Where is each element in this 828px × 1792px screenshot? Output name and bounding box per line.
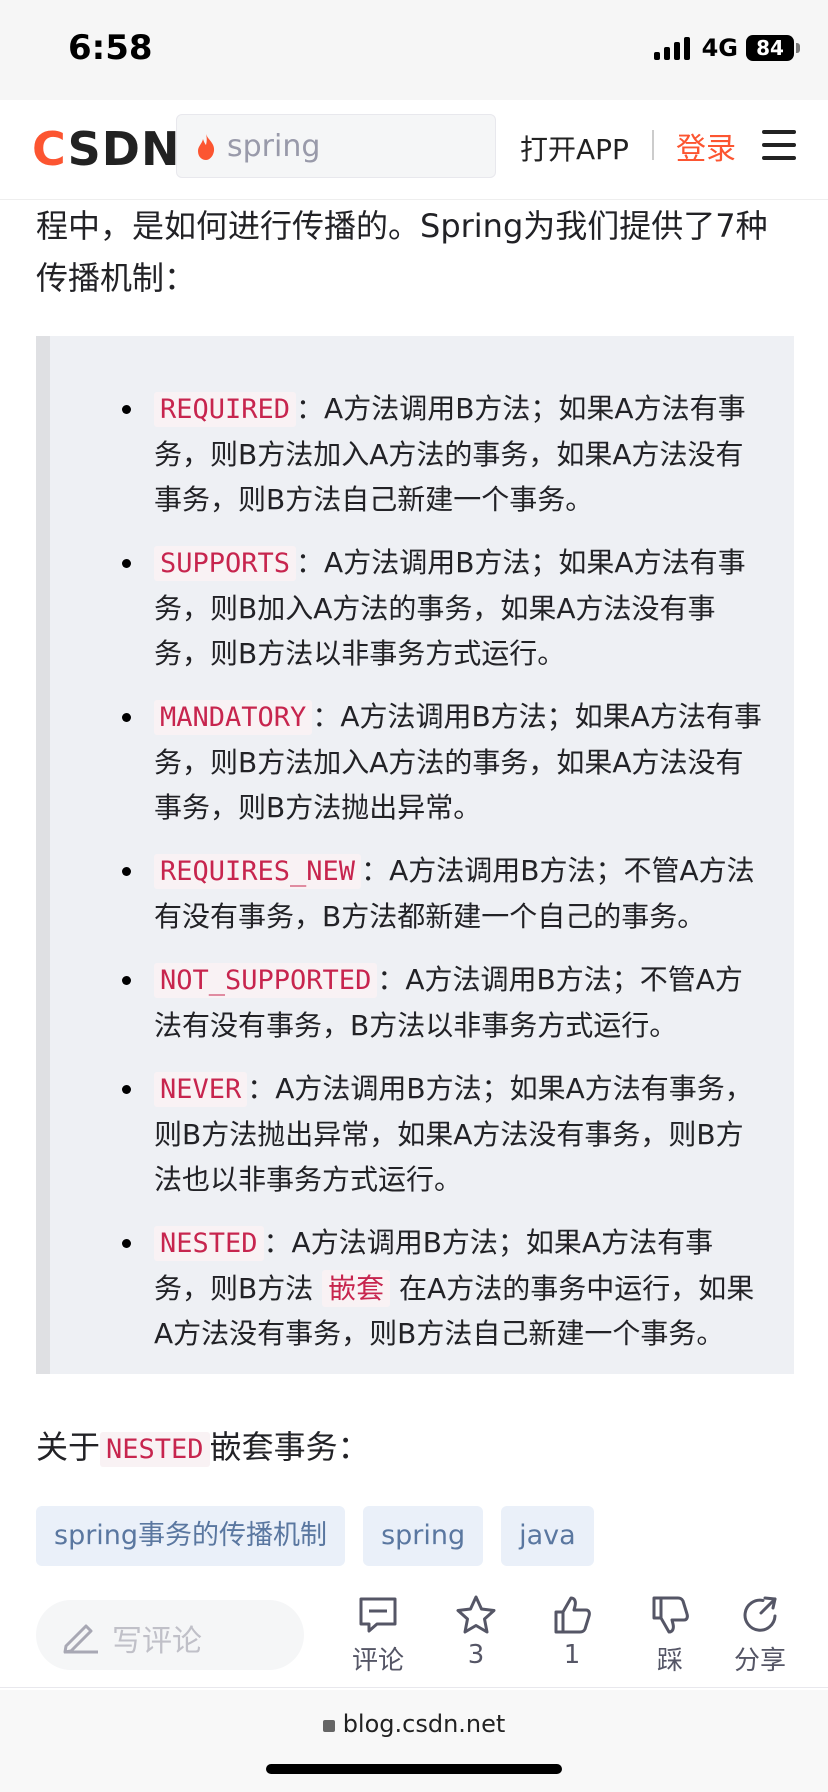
dislike-label: 踩: [656, 1646, 683, 1676]
list-item: SUPPORTS ：A方法调用B方法；如果A方法有事务，则B加入A方法的事务，如果…: [50, 540, 794, 676]
list-item: REQUIRED ：A方法调用B方法；如果A方法有事务，则B方法加入A方法的事务，…: [50, 386, 794, 522]
list-item: MANDATORY ：A方法调用B方法；如果A方法有事务，则B方法加入A方法的事务…: [50, 694, 794, 830]
search-input[interactable]: spring: [176, 114, 496, 178]
status-bar: 6:58 4G 84: [0, 0, 828, 100]
thumbs-up-icon: [554, 1596, 591, 1634]
comment-icon: [359, 1597, 397, 1633]
csdn-logo[interactable]: CSDN: [32, 122, 180, 176]
comment-input[interactable]: 写评论: [36, 1600, 304, 1670]
code-keyword: MANDATORY: [154, 700, 313, 735]
menu-icon[interactable]: [762, 130, 796, 164]
like-button[interactable]: 1: [532, 1594, 612, 1670]
flame-icon: [198, 134, 215, 160]
status-time: 6:58: [68, 28, 153, 68]
home-indicator[interactable]: [266, 1764, 562, 1774]
code-keyword: SUPPORTS: [154, 546, 297, 581]
heading-suffix: 嵌套事务：: [209, 1428, 370, 1466]
star-icon: [456, 1595, 496, 1634]
star-button[interactable]: 3: [436, 1594, 516, 1670]
article-tags: spring事务的传播机制 spring java: [36, 1506, 594, 1566]
site-header: CSDN spring 打开APP 登录: [0, 100, 828, 200]
url-text: blog.csdn.net: [342, 1710, 506, 1738]
battery-icon: 84: [746, 35, 800, 61]
comment-placeholder: 写评论: [112, 1624, 202, 1659]
code-keyword: REQUIRES_NEW: [154, 854, 362, 889]
url-display[interactable]: blog.csdn.net: [0, 1710, 828, 1738]
comment-button[interactable]: 评论: [338, 1594, 418, 1677]
heading-prefix: 关于: [36, 1428, 101, 1466]
share-label: 分享: [733, 1646, 786, 1676]
search-placeholder: spring: [227, 129, 321, 164]
dislike-button[interactable]: 踩: [630, 1594, 710, 1677]
comment-label: 评论: [351, 1646, 404, 1676]
login-link[interactable]: 登录: [676, 124, 736, 168]
nested-heading: 关于 NESTED 嵌套事务：: [36, 1422, 370, 1468]
share-button[interactable]: 分享: [720, 1594, 800, 1677]
list-item: NEVER ：A方法调用B方法；如果A方法有事务，则B方法抛出异常，如果A方法没有…: [50, 1066, 794, 1202]
list-item: NOT_SUPPORTED ：A方法调用B方法；不管A方法有没有事务，B方法以非事…: [50, 957, 794, 1048]
tag-spring[interactable]: spring: [363, 1506, 484, 1566]
open-app-link[interactable]: 打开APP: [520, 128, 629, 168]
code-keyword: NESTED: [100, 1432, 210, 1467]
code-keyword: NEVER: [154, 1072, 248, 1107]
code-keyword: NOT_SUPPORTED: [154, 963, 378, 998]
share-icon: [743, 1596, 777, 1632]
highlight-term: 嵌套: [322, 1270, 391, 1307]
network-type: 4G: [701, 34, 738, 62]
signal-icon: [653, 36, 690, 60]
lock-icon: [322, 1720, 335, 1732]
code-keyword: NESTED: [154, 1226, 264, 1261]
list-item: NESTED ：A方法调用B方法；如果A方法有事务，则B方法 嵌套 在A方法的事务…: [50, 1220, 794, 1356]
list-item: REQUIRES_NEW ：A方法调用B方法；不管A方法有没有事务，B方法都新建一…: [50, 848, 794, 939]
article-paragraph: 程中，是如何进行传播的。Spring为我们提供了7种传播机制：: [36, 207, 768, 297]
bottom-action-bar: 写评论 评论 3 1 踩 分享: [0, 1588, 828, 1688]
tag-spring-propagation[interactable]: spring事务的传播机制: [36, 1506, 346, 1566]
code-keyword: REQUIRED: [154, 392, 297, 427]
propagation-blockquote: REQUIRED ：A方法调用B方法；如果A方法有事务，则B方法加入A方法的事务，…: [36, 336, 794, 1374]
pencil-icon: [63, 1624, 98, 1654]
status-indicators: 4G 84: [653, 34, 800, 62]
tag-java[interactable]: java: [501, 1506, 594, 1566]
like-count: 1: [563, 1640, 581, 1670]
header-divider: [652, 130, 654, 160]
thumbs-down-icon: [652, 1596, 689, 1634]
propagation-list: REQUIRED ：A方法调用B方法；如果A方法有事务，则B方法加入A方法的事务，…: [50, 386, 794, 1374]
star-count: 3: [467, 1640, 485, 1670]
browser-url-bar: blog.csdn.net: [0, 1690, 828, 1792]
